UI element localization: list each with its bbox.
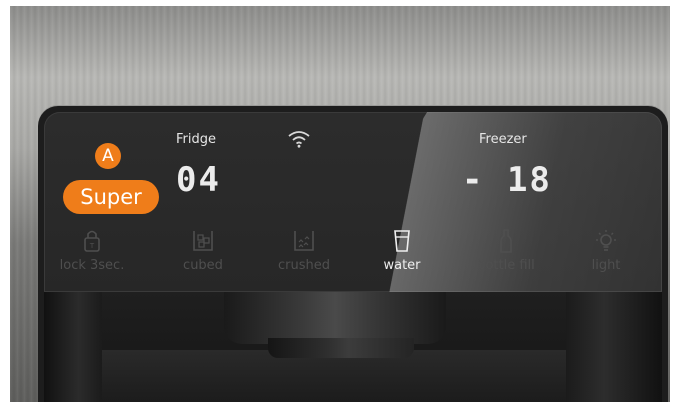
bottle-fill-button[interactable]: bottle fill (466, 228, 546, 284)
water-label: water (383, 258, 421, 273)
dispenser-nozzle (224, 292, 446, 344)
dispenser-left-wall (44, 292, 102, 402)
water-glass-icon (394, 230, 410, 252)
crushed-ice-icon (294, 231, 314, 251)
svg-text:T: T (89, 242, 95, 250)
cubed-ice-button[interactable]: cubed (163, 228, 243, 284)
bottle-fill-label: bottle fill (477, 258, 535, 273)
super-button[interactable]: Super (63, 180, 159, 214)
light-label: light (591, 258, 621, 273)
fridge-label: Fridge (176, 132, 216, 147)
wifi-icon (288, 131, 310, 148)
bottle-icon (500, 229, 512, 253)
crushed-ice-button[interactable]: crushed (264, 228, 344, 284)
dispenser-right-wall (566, 292, 662, 402)
crushed-label: crushed (278, 258, 330, 273)
water-button[interactable]: water (362, 228, 442, 284)
lock-icon: T (84, 230, 100, 252)
freezer-temperature-display: - 18 (462, 160, 552, 200)
cubed-label: cubed (183, 258, 223, 273)
light-bulb-icon (596, 230, 616, 251)
fridge-temperature-display: 04 (176, 160, 221, 200)
light-button[interactable]: light (566, 228, 646, 284)
lock-label: lock 3sec. (59, 258, 125, 273)
dispenser-nozzle-tip (268, 338, 414, 358)
super-mode-badge: A (95, 143, 121, 169)
lock-button[interactable]: T lock 3sec. (52, 228, 132, 284)
ice-cubes-icon (193, 231, 213, 251)
freezer-label: Freezer (479, 132, 527, 147)
fridge-dispenser-photo: Fridge 04 Freezer - 18 A Super T lock 3s… (0, 0, 679, 402)
